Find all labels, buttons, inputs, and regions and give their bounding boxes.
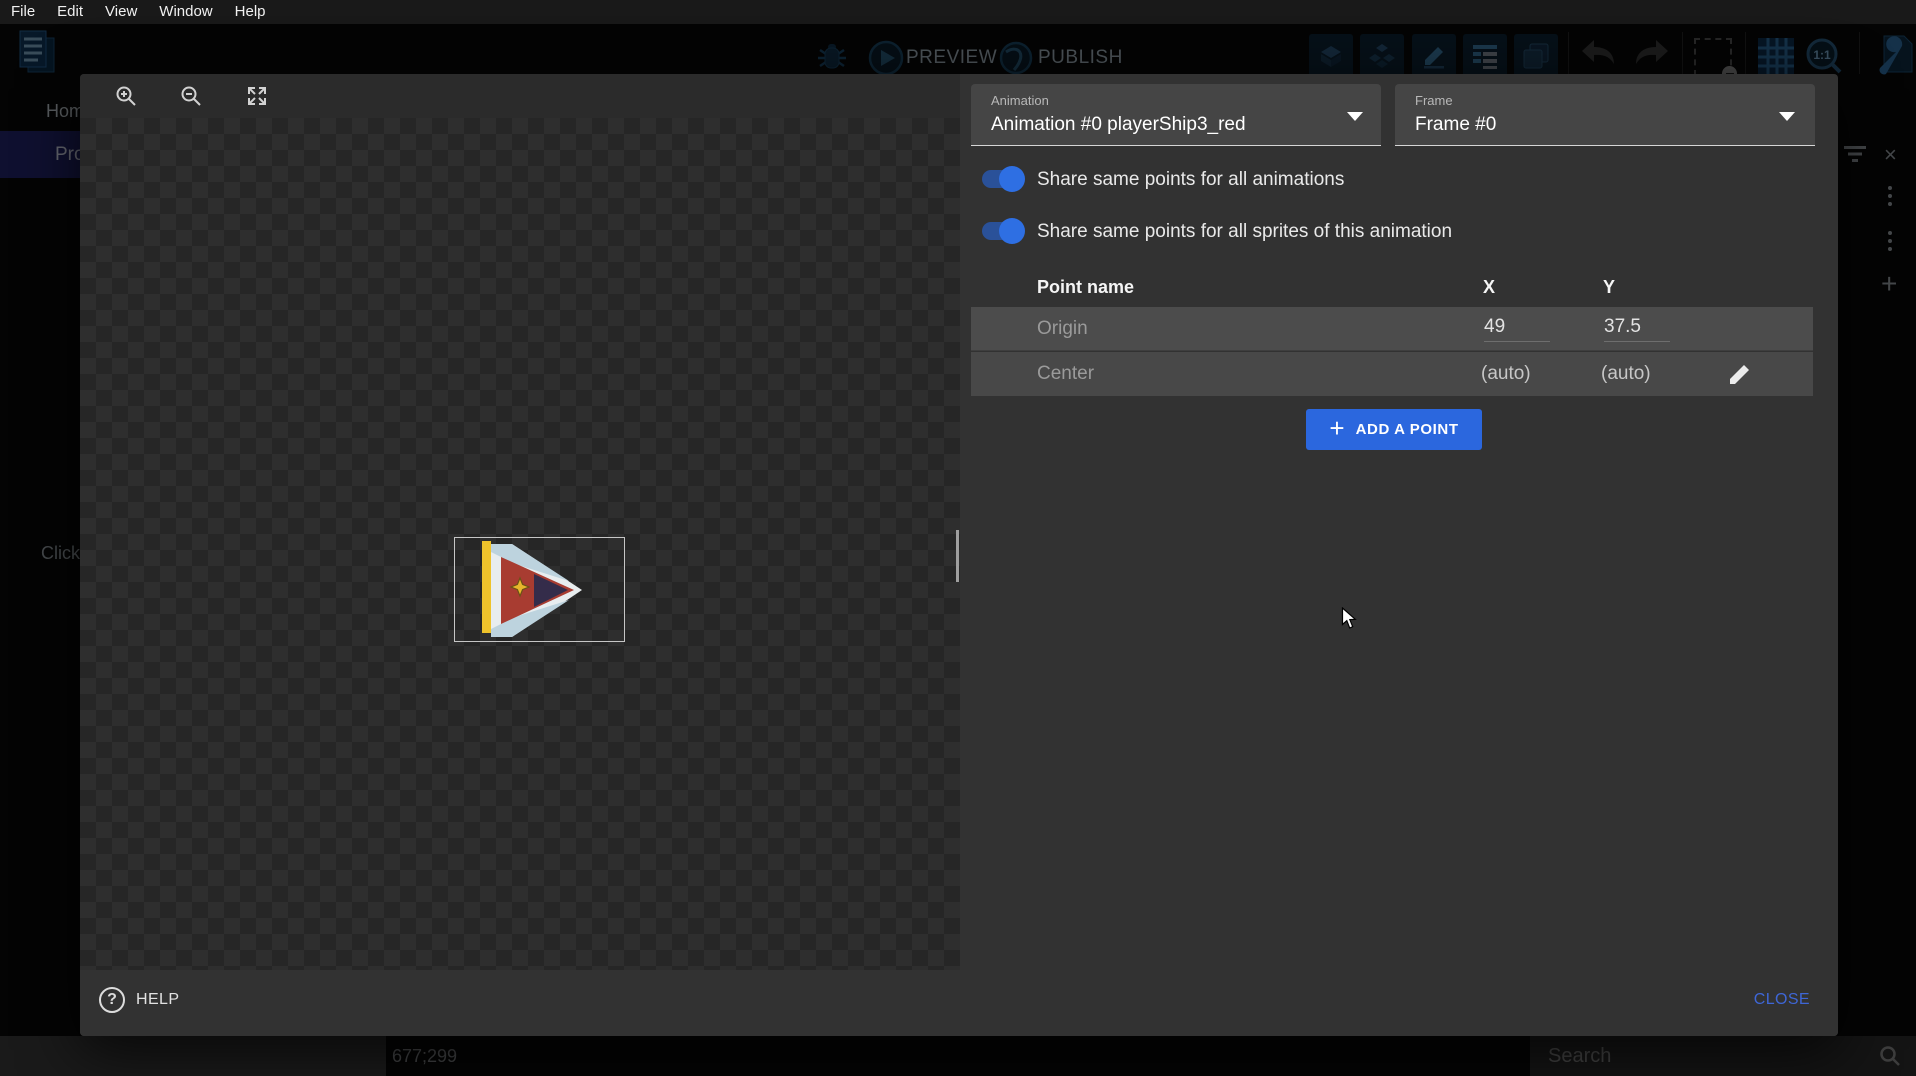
point-name: Origin xyxy=(1037,318,1088,340)
center-x-value: (auto) xyxy=(1481,363,1531,385)
zoom-out-icon[interactable] xyxy=(179,84,203,108)
zoom-in-icon[interactable] xyxy=(114,84,138,108)
edit-points-dialog: Animation Animation #0 playerShip3_red F… xyxy=(80,74,1838,1036)
menu-help[interactable]: Help xyxy=(224,0,277,24)
toggle-share-all-sprites[interactable] xyxy=(982,222,1022,240)
origin-y-field[interactable]: 37.5 xyxy=(1604,316,1670,342)
menu-bar: File Edit View Window Help xyxy=(0,0,1916,24)
help-icon: ? xyxy=(99,987,125,1013)
add-point-button[interactable]: + ADD A POINT xyxy=(1306,409,1482,450)
frame-select[interactable]: Frame Frame #0 xyxy=(1395,84,1815,146)
sprite-selection-rect xyxy=(454,537,625,642)
col-header-y: Y xyxy=(1603,277,1615,298)
panel-scrollbar-handle[interactable] xyxy=(956,530,959,582)
point-name: Center xyxy=(1037,363,1094,385)
help-button-label: HELP xyxy=(136,991,179,1009)
col-header-point-name: Point name xyxy=(1037,277,1134,298)
help-button[interactable]: ? HELP xyxy=(99,987,179,1013)
toggle-share-all-animations-label: Share same points for all animations xyxy=(1037,169,1344,191)
frame-select-label: Frame xyxy=(1415,93,1453,108)
center-y-value: (auto) xyxy=(1601,363,1651,385)
frame-select-value: Frame #0 xyxy=(1415,114,1496,136)
col-header-x: X xyxy=(1483,277,1495,298)
toggle-knob xyxy=(999,166,1025,192)
menu-window[interactable]: Window xyxy=(148,0,223,24)
dialog-footer: ? HELP CLOSE xyxy=(80,970,1838,1036)
animation-select-label: Animation xyxy=(991,93,1049,108)
fit-to-screen-icon[interactable] xyxy=(245,84,269,108)
sprite-canvas[interactable] xyxy=(80,118,960,970)
table-row-center: Center (auto) (auto) xyxy=(971,352,1813,396)
menu-view[interactable]: View xyxy=(94,0,148,24)
menu-edit[interactable]: Edit xyxy=(46,0,94,24)
toggle-share-all-sprites-label: Share same points for all sprites of thi… xyxy=(1037,221,1452,243)
toggle-share-all-animations[interactable] xyxy=(982,170,1022,188)
chevron-down-icon xyxy=(1347,112,1363,121)
sprite-canvas-toolbar xyxy=(80,74,960,118)
toggle-knob xyxy=(999,218,1025,244)
close-button[interactable]: CLOSE xyxy=(1754,991,1810,1009)
origin-x-field[interactable]: 49 xyxy=(1484,316,1550,342)
chevron-down-icon xyxy=(1779,112,1795,121)
menu-file[interactable]: File xyxy=(0,0,46,24)
edit-icon[interactable] xyxy=(1726,360,1754,388)
animation-select[interactable]: Animation Animation #0 playerShip3_red xyxy=(971,84,1381,146)
add-point-button-label: ADD A POINT xyxy=(1356,421,1459,438)
gdevelop-window: File Edit View Window Help PREVIEW PUBLI… xyxy=(0,0,1916,1076)
plus-icon: + xyxy=(1329,415,1344,441)
player-ship-sprite xyxy=(455,538,626,643)
animation-select-value: Animation #0 playerShip3_red xyxy=(991,114,1246,136)
table-row-origin: Origin 49 37.5 xyxy=(971,307,1813,351)
